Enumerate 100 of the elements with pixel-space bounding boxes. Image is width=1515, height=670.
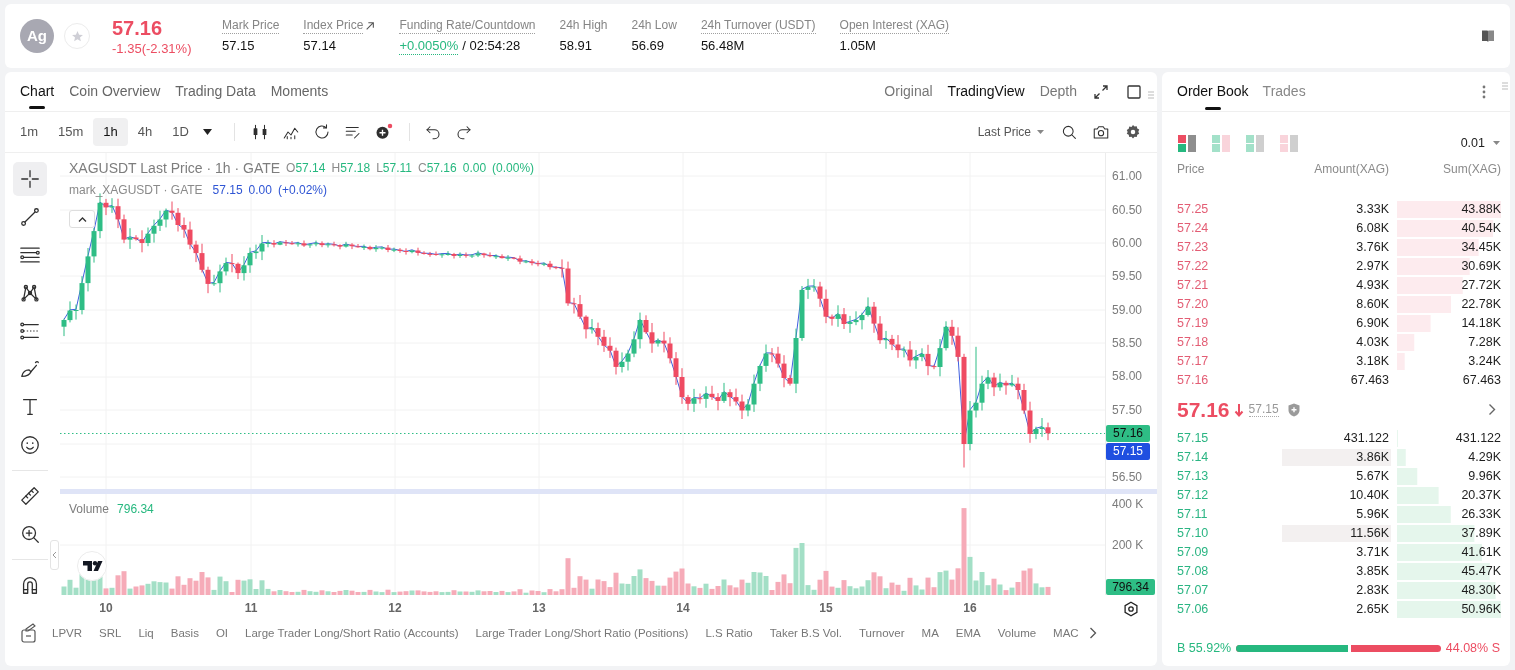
stat-value: 56.48M — [700, 37, 745, 54]
chevron-right-icon[interactable] — [1088, 626, 1097, 639]
settings-icon[interactable] — [1124, 123, 1142, 141]
bid-price[interactable]: 57.06 — [1177, 600, 1282, 619]
stat-label[interactable]: Open Interest (XAG) — [839, 17, 949, 34]
indicator-tab[interactable]: OI — [215, 625, 229, 640]
volume-tag: 796.34 — [1106, 579, 1155, 595]
bid-price[interactable]: 57.07 — [1177, 581, 1282, 600]
interval-button[interactable]: 1D — [162, 118, 199, 146]
logo-badge-icon[interactable] — [77, 551, 107, 581]
order-book-tab[interactable]: Order Book — [1177, 72, 1249, 111]
ask-price[interactable]: 57.17 — [1177, 352, 1282, 371]
collapse-legend-button[interactable] — [69, 210, 95, 228]
smiley-icon — [19, 434, 41, 456]
indicator-tab[interactable]: EMA — [955, 625, 981, 640]
chart-view-tab[interactable]: Depth — [1039, 81, 1077, 102]
settings-icon[interactable] — [1123, 601, 1139, 617]
amount-value: 3.18K — [1355, 353, 1390, 370]
bid-price[interactable]: 57.11 — [1177, 505, 1282, 524]
stat-label[interactable]: Mark Price — [222, 17, 280, 34]
bid-price[interactable]: 57.10 — [1177, 524, 1282, 543]
price-source-select[interactable]: Last Price — [977, 123, 1044, 141]
sum-value: 431.122 — [1455, 430, 1501, 447]
indicator-tab[interactable]: Taker B.S Vol. — [769, 625, 842, 640]
buy-ratio: B 55.92% — [1177, 639, 1232, 657]
search-icon[interactable] — [1060, 123, 1078, 141]
indicator-tab[interactable]: Turnover — [859, 625, 905, 640]
toolbar-collapse-handle[interactable] — [50, 540, 59, 570]
indicator-tab[interactable]: LPVR — [52, 625, 83, 640]
bid-price[interactable]: 57.15 — [1177, 429, 1282, 448]
bid-price[interactable]: 57.12 — [1177, 486, 1282, 505]
indicator-tab[interactable]: Liq — [138, 625, 154, 640]
interval-button[interactable]: 4h — [127, 118, 163, 146]
precision-select[interactable]: 0.01 — [1460, 133, 1500, 153]
bid-price[interactable]: 57.09 — [1177, 543, 1282, 562]
indicator-tab[interactable]: Basis — [170, 625, 199, 640]
order-book-layout-icon[interactable] — [1178, 134, 1196, 152]
more-icon[interactable] — [1482, 84, 1486, 99]
add-indicator-icon[interactable] — [374, 123, 393, 141]
ask-price[interactable]: 57.25 — [1177, 200, 1282, 219]
ask-price[interactable]: 57.23 — [1177, 238, 1282, 257]
chart-tab[interactable]: Coin Overview — [69, 72, 161, 111]
stat-label[interactable]: Index Price — [303, 17, 364, 34]
indicator-tab[interactable]: L.S Ratio — [705, 625, 753, 640]
zoom-in-icon — [19, 523, 41, 545]
interval-button[interactable]: 15m — [48, 118, 94, 146]
chart-tab[interactable]: Trading Data — [175, 72, 256, 111]
price-axis-label: 58.50 — [1112, 336, 1143, 350]
indicator-tab[interactable]: Volume — [997, 625, 1037, 640]
price-change-value: 0.00 — [462, 161, 487, 176]
ohlc-value: O57.14 — [286, 161, 326, 176]
price-axis-label: 59.50 — [1112, 269, 1143, 283]
last-price: 57.16 — [112, 15, 164, 40]
indicator-tab[interactable]: SRL — [99, 625, 122, 640]
sell-ratio: 44.08% S — [1445, 639, 1500, 657]
mark-price[interactable]: 57.15 — [1248, 402, 1279, 417]
ask-price[interactable]: 57.16 — [1177, 371, 1282, 390]
indicator-tab[interactable]: Large Trader Long/Short Ratio (Accounts) — [245, 625, 459, 640]
chart-view-tab[interactable]: Original — [884, 81, 933, 102]
funding-rate-value[interactable]: +0.0050% — [399, 37, 459, 55]
amount-value: 3.86K — [1282, 449, 1391, 466]
bid-price[interactable]: 57.13 — [1177, 467, 1282, 486]
expand-icon[interactable] — [1094, 84, 1108, 99]
stat-value: 57.14 — [303, 37, 336, 54]
stat-label[interactable]: Funding Rate/Countdown — [399, 17, 536, 34]
ask-price[interactable]: 57.21 — [1177, 276, 1282, 295]
chart-tab[interactable]: Moments — [270, 72, 329, 111]
book-icon[interactable] — [1480, 28, 1496, 44]
ask-price[interactable]: 57.24 — [1177, 219, 1282, 238]
caret-down-icon[interactable] — [202, 129, 212, 135]
chevron-right-icon[interactable] — [1488, 403, 1496, 416]
window-icon[interactable] — [1127, 84, 1141, 99]
chart-view-tab[interactable]: TradingView — [947, 81, 1025, 102]
sum-value: 40.54K — [1461, 220, 1501, 237]
ask-price[interactable]: 57.20 — [1177, 295, 1282, 314]
ask-price[interactable]: 57.18 — [1177, 333, 1282, 352]
interval-button[interactable]: 1h — [93, 118, 128, 146]
bid-price[interactable]: 57.08 — [1177, 562, 1282, 581]
indicator-tab[interactable]: Large Trader Long/Short Ratio (Positions) — [475, 625, 689, 640]
replay-icon[interactable] — [312, 123, 331, 141]
redo-icon[interactable] — [454, 123, 473, 141]
bid-price[interactable]: 57.14 — [1177, 448, 1282, 467]
shield-plus-icon[interactable] — [1287, 402, 1300, 417]
drag-handle-icon[interactable] — [1148, 91, 1154, 99]
camera-icon[interactable] — [1092, 123, 1110, 141]
chart-tab[interactable]: Chart — [20, 72, 55, 111]
volume-value: 796.34 — [117, 502, 154, 517]
crosshair-tool[interactable] — [13, 162, 47, 196]
order-book-tab[interactable]: Trades — [1262, 72, 1306, 111]
indicator-tab[interactable]: MA — [921, 625, 939, 640]
ask-price[interactable]: 57.19 — [1177, 314, 1282, 333]
indicator-tab[interactable]: MAC — [1053, 625, 1079, 640]
ask-price[interactable]: 57.22 — [1177, 257, 1282, 276]
arrow-up-right-icon[interactable] — [365, 20, 376, 31]
stat-label[interactable]: 24h Turnover (USDT) — [700, 17, 816, 34]
drag-handle-icon[interactable] — [1502, 82, 1508, 90]
interval-button[interactable]: 1m — [10, 118, 49, 146]
price-axis-label: 58.00 — [1112, 369, 1143, 383]
calendar-edit-icon[interactable] — [20, 622, 38, 643]
undo-icon[interactable] — [423, 123, 442, 141]
